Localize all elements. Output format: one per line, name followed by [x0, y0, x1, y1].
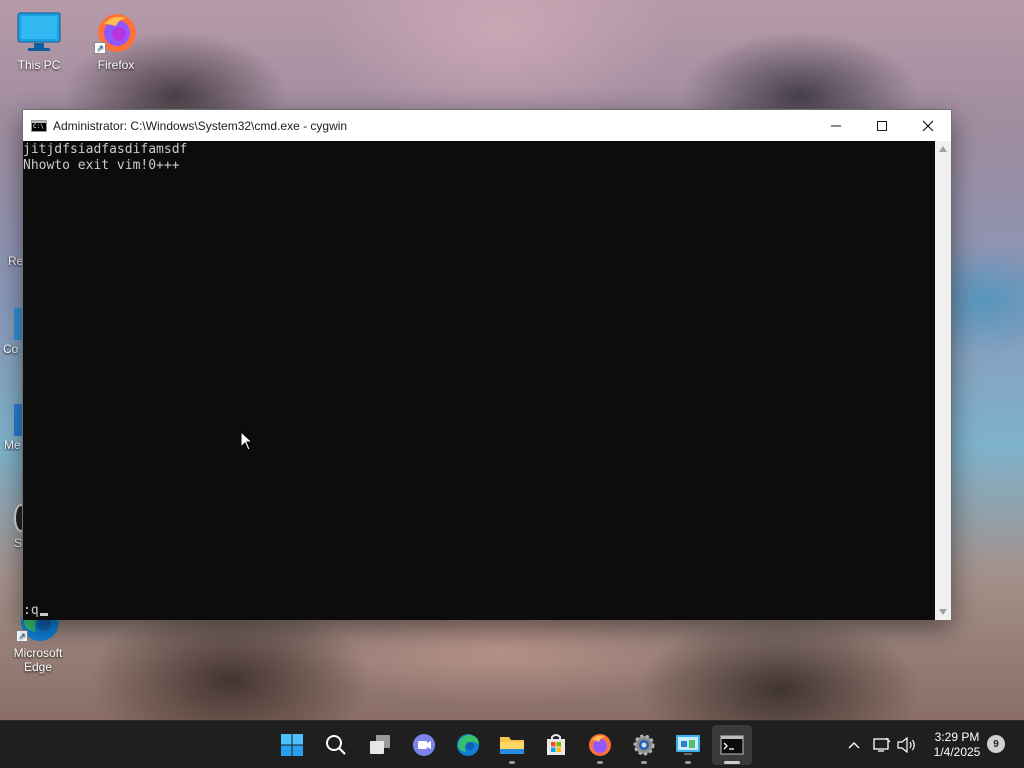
- shortcut-arrow-icon: ↗: [16, 630, 28, 642]
- vertical-scrollbar[interactable]: [935, 141, 951, 620]
- firefox-icon: ↗: [94, 10, 138, 54]
- taskbar-settings-button[interactable]: [624, 725, 664, 765]
- desktop-icon-partial-control[interactable]: Co: [0, 306, 24, 356]
- window-titlebar[interactable]: C:\ Administrator: C:\Windows\System32\c…: [23, 110, 951, 141]
- show-hidden-icons-button[interactable]: [842, 721, 866, 768]
- shortcut-arrow-icon: ↗: [94, 42, 106, 54]
- taskbar-file-explorer-button[interactable]: [492, 725, 532, 765]
- app-icon: [0, 402, 24, 438]
- taskbar-edge-button[interactable]: [448, 725, 488, 765]
- desktop-icon-label: S: [14, 536, 23, 550]
- gear-icon: [633, 734, 655, 756]
- terminal-icon: [720, 735, 744, 755]
- desktop-icon-partial-me[interactable]: Me: [0, 402, 24, 452]
- desktop-icon-label: Me: [4, 438, 21, 452]
- desktop-icon-label: Co: [3, 342, 19, 356]
- taskbar: 3:29 PM 1/4/2025: [0, 720, 1024, 768]
- control-panel-icon: [676, 735, 700, 755]
- close-button[interactable]: [905, 110, 951, 141]
- scroll-down-button[interactable]: [935, 604, 951, 620]
- desktop-icon-label: Re: [8, 254, 24, 268]
- taskbar-search-button[interactable]: [316, 725, 356, 765]
- command-text: :q: [23, 603, 39, 618]
- chevron-down-icon: [939, 609, 947, 615]
- maximize-button[interactable]: [859, 110, 905, 141]
- running-indicator: [641, 761, 647, 764]
- scroll-up-button[interactable]: [935, 141, 951, 157]
- taskbar-firefox-button[interactable]: [580, 725, 620, 765]
- taskbar-chat-button[interactable]: [404, 725, 444, 765]
- running-indicator: [509, 761, 515, 764]
- control-panel-icon: [0, 306, 24, 342]
- taskbar-terminal-button[interactable]: [712, 725, 752, 765]
- clock-date: 1/4/2025: [933, 745, 981, 759]
- edge-icon: [457, 734, 479, 756]
- desktop-icon-partial-recycle[interactable]: Re: [0, 254, 24, 268]
- taskbar-control-panel-button[interactable]: [668, 725, 708, 765]
- recycle-bin-icon: [0, 100, 24, 136]
- cmd-app-icon[interactable]: C:\: [31, 119, 47, 132]
- vim-command-line[interactable]: :q: [23, 603, 48, 619]
- running-indicator: [685, 761, 691, 764]
- taskbar-start-button[interactable]: [272, 725, 312, 765]
- desktop-icon-label: This PC: [17, 58, 61, 72]
- console-line: jitjdfsiadfasdifamsdf: [23, 142, 188, 157]
- chat-icon: [413, 734, 435, 756]
- firefox-icon: [589, 734, 611, 756]
- desktop-icon-this-pc[interactable]: This PC: [1, 10, 77, 72]
- folder-icon: [500, 737, 524, 754]
- mouse-pointer-icon: [240, 431, 254, 451]
- console-line: Nhowto exit vim!0+++: [23, 158, 180, 173]
- desktop-icon-partial-1[interactable]: [0, 100, 24, 136]
- minimize-icon: [831, 125, 841, 126]
- speaker-icon: [897, 737, 915, 753]
- desktop-icon-label: Firefox: [97, 58, 135, 72]
- running-indicator: [597, 761, 603, 764]
- cmd-window[interactable]: C:\ Administrator: C:\Windows\System32\c…: [22, 109, 952, 620]
- maximize-icon: [877, 120, 887, 131]
- close-icon: [922, 120, 934, 131]
- network-status-button[interactable]: [870, 721, 894, 768]
- desktop-icon-label: Microsoft Edge: [13, 646, 63, 674]
- monitor-icon: [17, 10, 61, 54]
- windows-start-icon: [281, 734, 303, 756]
- search-icon: [326, 735, 346, 755]
- taskbar-task-view-button[interactable]: [360, 725, 400, 765]
- network-icon: [873, 737, 891, 752]
- task-view-icon: [370, 735, 390, 754]
- minimize-button[interactable]: [813, 110, 859, 141]
- chevron-up-icon: [939, 146, 947, 152]
- desktop-icon-firefox[interactable]: ↗ Firefox: [78, 10, 154, 72]
- chevron-up-icon: [848, 742, 860, 749]
- console-output[interactable]: jitjdfsiadfasdifamsdf Nhowto exit vim!0+…: [23, 141, 936, 620]
- notification-badge[interactable]: 9: [987, 735, 1005, 753]
- store-icon: [547, 734, 565, 755]
- app-icon: [0, 500, 24, 536]
- window-title: Administrator: C:\Windows\System32\cmd.e…: [53, 118, 348, 133]
- clock-time: 3:29 PM: [934, 730, 980, 744]
- taskbar-store-button[interactable]: [536, 725, 576, 765]
- text-cursor: [39, 613, 48, 616]
- desktop-icon-partial-s[interactable]: S: [0, 500, 24, 550]
- running-indicator: [724, 761, 740, 764]
- volume-button[interactable]: [895, 721, 919, 768]
- taskbar-clock[interactable]: 3:29 PM 1/4/2025: [924, 730, 990, 760]
